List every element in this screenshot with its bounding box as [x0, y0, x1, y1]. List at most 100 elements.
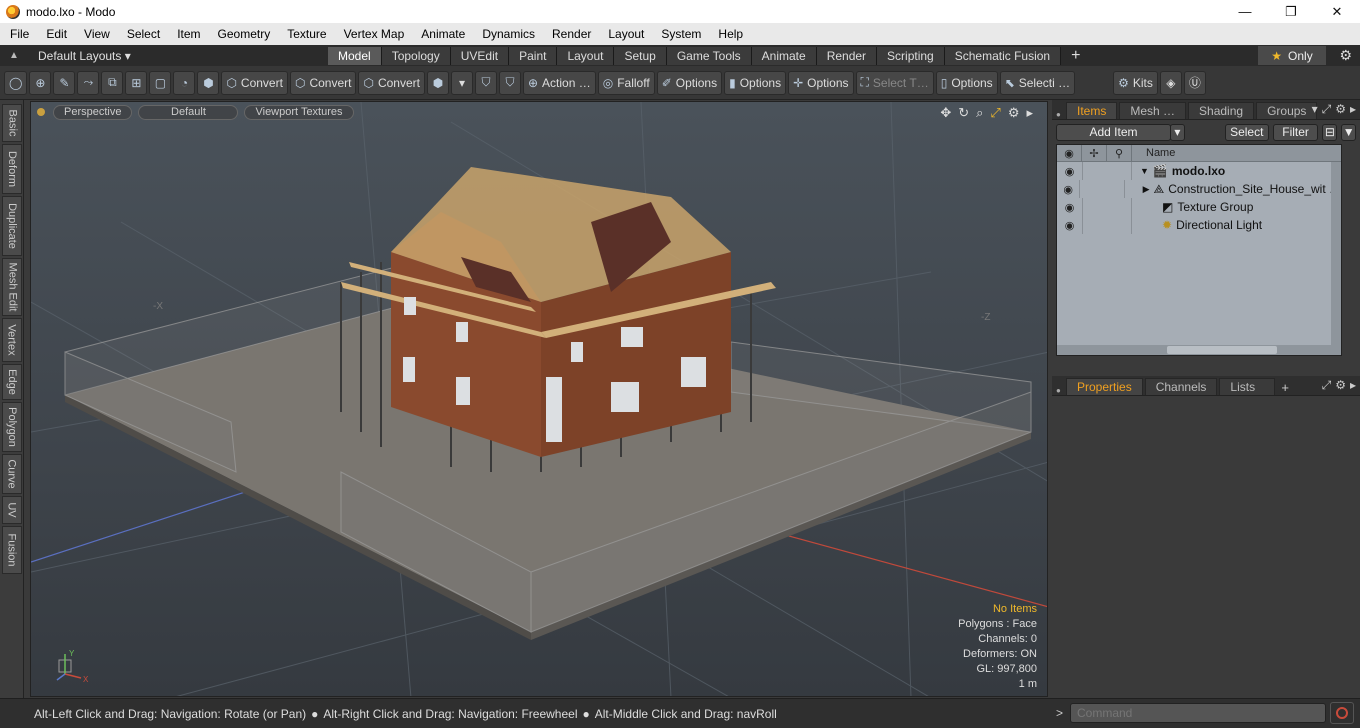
tab-layout[interactable]: Layout: [557, 46, 615, 65]
type-column-icon[interactable]: ⚲: [1107, 144, 1132, 162]
lock-column-icon[interactable]: ✢: [1082, 144, 1107, 162]
tab-schematic-fusion[interactable]: Schematic Fusion: [944, 46, 1062, 65]
options-button-1[interactable]: ✐ Options: [656, 70, 723, 95]
convert-button-1[interactable]: ⬡ Convert: [221, 70, 288, 95]
tab-channels[interactable]: Channels: [1144, 378, 1218, 395]
pan-icon[interactable]: ✥: [940, 105, 951, 121]
item-row-mesh[interactable]: ◉ ▶ ⟁ Construction_Site_House_wit …: [1057, 180, 1341, 198]
tab-setup[interactable]: Setup: [614, 46, 667, 65]
kits-button[interactable]: ⚙ Kits: [1113, 70, 1158, 95]
tabs-dropdown-icon[interactable]: ▾: [1312, 102, 1318, 117]
menu-item[interactable]: Item: [167, 27, 207, 41]
add-tab-button[interactable]: +: [1277, 380, 1289, 395]
funnel-button[interactable]: ▼: [1341, 123, 1357, 141]
vtab-duplicate[interactable]: Duplicate: [2, 196, 22, 256]
sphere-select-button[interactable]: ⊕: [29, 70, 52, 95]
expand-panel-icon[interactable]: ⤢: [1322, 378, 1332, 393]
collapse-button[interactable]: ⊟: [1322, 123, 1338, 141]
menu-geometry[interactable]: Geometry: [208, 27, 278, 41]
unreal-button[interactable]: Ⓤ: [1183, 70, 1206, 95]
rotate-icon[interactable]: ↻: [958, 105, 969, 121]
panel-menu-dot[interactable]: ●: [1052, 386, 1066, 395]
action-center-button[interactable]: ⊕ Action …: [522, 70, 596, 95]
3d-viewport[interactable]: -X -Z Perspective Default Viewport Textu…: [30, 101, 1048, 697]
collapse-arrow-icon[interactable]: ▶: [1143, 184, 1150, 195]
box-tool-dropdown[interactable]: ▾: [450, 70, 473, 95]
item-row-light[interactable]: ◉ ✹ Directional Light: [1057, 216, 1341, 234]
menu-file[interactable]: File: [0, 27, 36, 41]
only-filter-button[interactable]: ★ Only: [1258, 46, 1326, 65]
panel-gear-icon[interactable]: ⚙: [1335, 102, 1346, 117]
panel-arrow-icon[interactable]: ▸: [1350, 378, 1356, 393]
command-input[interactable]: [1070, 703, 1326, 723]
item-row-texture-group[interactable]: ◉ ◩ Texture Group: [1057, 198, 1341, 216]
polygon-mode-button[interactable]: ⊞: [125, 70, 148, 95]
selection-button[interactable]: ⬉ Selecti …: [999, 70, 1076, 95]
vtab-polygon[interactable]: Polygon: [2, 402, 22, 452]
tab-model[interactable]: Model: [328, 46, 382, 65]
items-vertical-scrollbar[interactable]: [1331, 162, 1341, 355]
tab-items[interactable]: Items: [1066, 102, 1118, 119]
edge-mode-button[interactable]: ⧉: [101, 70, 124, 95]
curve-tool-button[interactable]: ⤳: [77, 70, 100, 95]
options-button-4[interactable]: ▯ Options: [935, 70, 998, 95]
vertex-mode-button[interactable]: ◯: [4, 70, 28, 95]
maximize-button[interactable]: ❐: [1268, 0, 1314, 23]
menu-select[interactable]: Select: [117, 27, 167, 41]
box-tool-button[interactable]: ⬢: [426, 70, 449, 95]
menu-help[interactable]: Help: [708, 27, 750, 41]
tab-shading[interactable]: Shading: [1188, 102, 1255, 119]
zoom-icon[interactable]: ⌕: [976, 105, 983, 121]
convert-button-3[interactable]: ⬡ Convert: [358, 70, 425, 95]
viewport-gear-icon[interactable]: ⚙: [1008, 105, 1020, 121]
gear-icon[interactable]: ⚙: [1339, 47, 1352, 64]
viewport-expand-icon[interactable]: ▸: [1026, 105, 1033, 121]
tab-lists[interactable]: Lists: [1219, 378, 1276, 395]
shading-dropdown[interactable]: Default: [138, 104, 239, 120]
items-horizontal-scrollbar[interactable]: [1057, 345, 1333, 355]
expand-panel-icon[interactable]: ⤢: [1322, 102, 1332, 117]
tab-game-tools[interactable]: Game Tools: [666, 46, 752, 65]
tab-paint[interactable]: Paint: [509, 46, 558, 65]
tab-properties[interactable]: Properties: [1066, 378, 1143, 395]
menu-layout[interactable]: Layout: [598, 27, 651, 41]
eye-icon[interactable]: ◉: [1057, 165, 1082, 178]
tab-scripting[interactable]: Scripting: [877, 46, 945, 65]
convert-button-2[interactable]: ⬡ Convert: [289, 70, 357, 95]
minimize-button[interactable]: —: [1222, 0, 1268, 23]
unity-button[interactable]: ◈: [1159, 70, 1182, 95]
menu-render[interactable]: Render: [542, 27, 598, 41]
shaded-cube-button[interactable]: ⬢: [197, 70, 220, 95]
options-button-2[interactable]: ▮ Options: [724, 70, 787, 95]
menu-vertex-map[interactable]: Vertex Map: [334, 27, 412, 41]
vtab-deform[interactable]: Deform: [2, 144, 22, 194]
item-mode-button[interactable]: ▢: [149, 70, 172, 95]
menu-view[interactable]: View: [74, 27, 117, 41]
item-row-scene[interactable]: ◉ ▼ 🎬 modo.lxo: [1057, 162, 1341, 180]
scroll-thumb[interactable]: [1167, 346, 1277, 354]
menu-system[interactable]: System: [651, 27, 708, 41]
falloff-button[interactable]: ◎ Falloff: [597, 70, 655, 95]
eye-icon[interactable]: ◉: [1057, 201, 1082, 214]
tab-groups[interactable]: Groups: [1256, 102, 1318, 119]
menu-animate[interactable]: Animate: [411, 27, 472, 41]
add-item-button[interactable]: Add Item: [1056, 123, 1172, 141]
tab-render[interactable]: Render: [816, 46, 878, 65]
viewport-textures-dropdown[interactable]: Viewport Textures: [244, 104, 354, 120]
tab-animate[interactable]: Animate: [751, 46, 817, 65]
symmetry-button[interactable]: ⛉: [474, 70, 497, 95]
eye-icon[interactable]: ◉: [1057, 219, 1082, 232]
vtab-edge[interactable]: Edge: [2, 364, 22, 400]
vtab-curve[interactable]: Curve: [2, 454, 22, 494]
eye-icon[interactable]: ◉: [1057, 183, 1079, 196]
close-button[interactable]: ✕: [1314, 0, 1360, 23]
visibility-column-icon[interactable]: ◉: [1057, 144, 1082, 162]
panel-arrow-icon[interactable]: ▸: [1350, 102, 1356, 117]
tab-uvedit[interactable]: UVEdit: [450, 46, 510, 65]
expand-arrow-icon[interactable]: ▼: [1140, 166, 1149, 176]
view-type-dropdown[interactable]: Perspective: [53, 104, 133, 120]
record-macro-button[interactable]: [1330, 702, 1354, 724]
tab-topology[interactable]: Topology: [381, 46, 451, 65]
material-mode-button[interactable]: ◔: [173, 70, 196, 95]
select-button[interactable]: Select: [1224, 123, 1269, 141]
